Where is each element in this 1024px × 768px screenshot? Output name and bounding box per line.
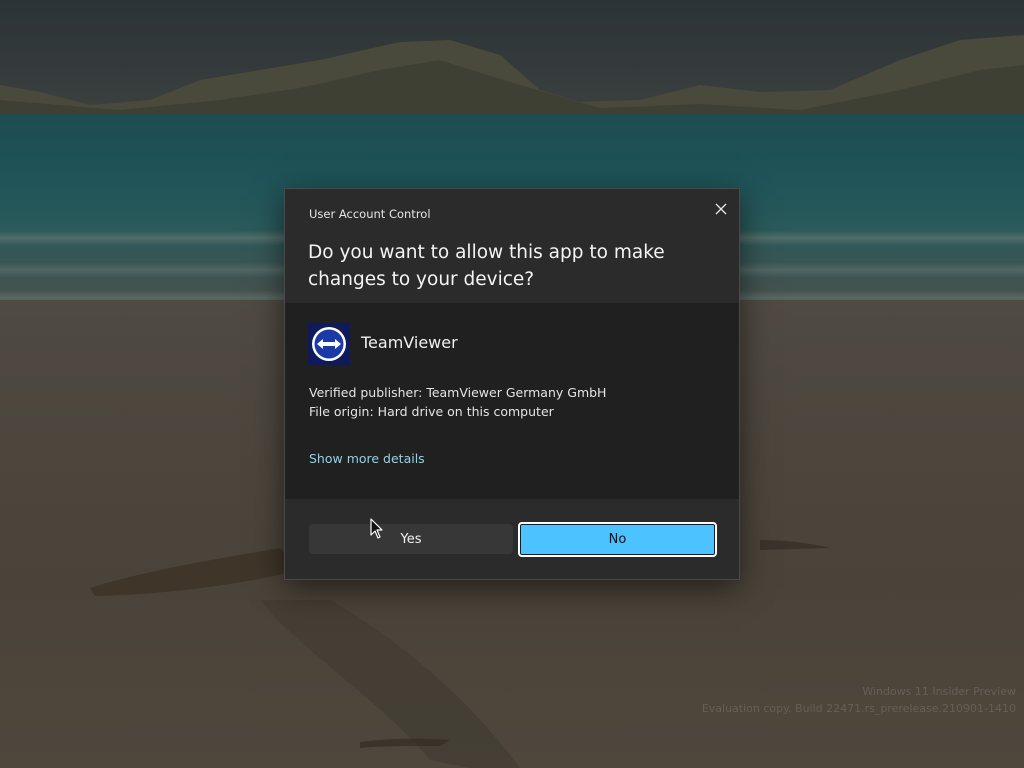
close-icon xyxy=(715,200,727,219)
mouse-cursor-icon xyxy=(370,518,383,539)
dialog-title: User Account Control xyxy=(309,207,431,221)
dialog-heading: Do you want to allow this app to make ch… xyxy=(308,242,665,290)
yes-button[interactable]: Yes xyxy=(309,524,513,554)
teamviewer-icon xyxy=(308,323,350,365)
close-button[interactable] xyxy=(709,197,733,221)
file-origin-line: File origin: Hard drive on this computer xyxy=(309,404,554,419)
app-name: TeamViewer xyxy=(361,333,458,352)
publisher-line: Verified publisher: TeamViewer Germany G… xyxy=(309,385,607,400)
uac-dialog: User Account Control Do you want to allo… xyxy=(284,188,740,580)
watermark-line: Windows 11 Insider Preview xyxy=(862,685,1016,698)
show-more-details-link[interactable]: Show more details xyxy=(309,451,425,466)
dialog-header: User Account Control Do you want to allo… xyxy=(285,189,739,303)
no-button[interactable]: No xyxy=(518,522,717,557)
watermark-line: Evaluation copy. Build 22471.rs_prerelea… xyxy=(701,702,1016,715)
dialog-footer: Yes No xyxy=(285,499,739,579)
dialog-body: TeamViewer Verified publisher: TeamViewe… xyxy=(285,303,739,499)
